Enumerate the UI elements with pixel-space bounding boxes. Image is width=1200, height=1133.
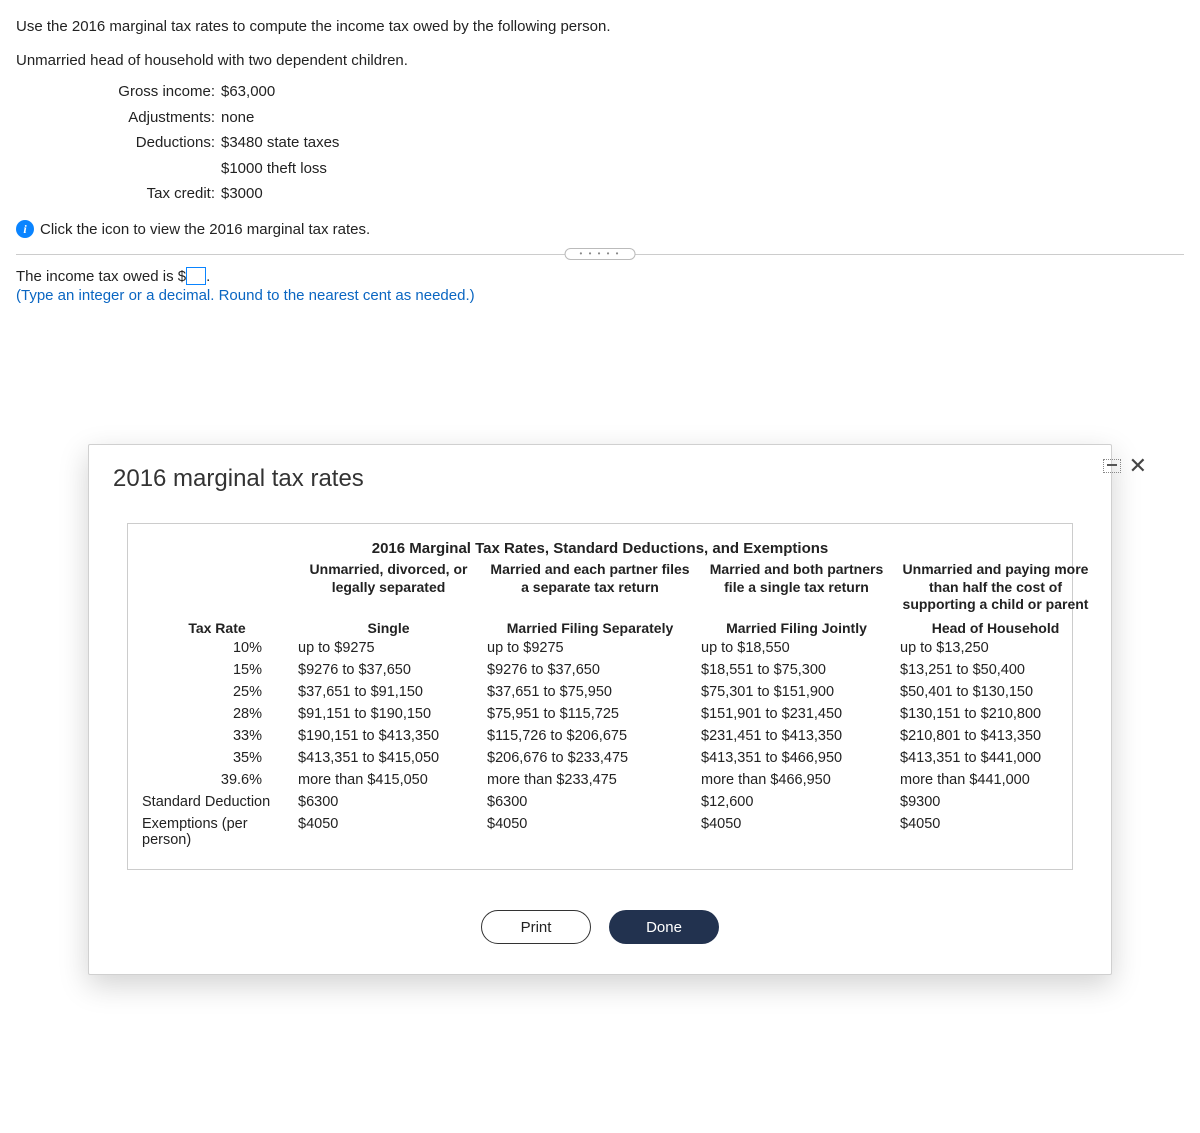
- detail-value: none: [221, 105, 1184, 131]
- table-cell: $6300: [485, 791, 695, 813]
- table-cell: more than $233,475: [485, 769, 695, 791]
- print-button[interactable]: Print: [481, 910, 591, 944]
- answer-input[interactable]: [186, 267, 206, 285]
- table-cell: more than $441,000: [898, 769, 1093, 791]
- table-cell: up to $18,550: [699, 637, 894, 659]
- table-cell: 25%: [142, 681, 292, 703]
- table-cell: $206,676 to $233,475: [485, 747, 695, 769]
- table-cell: 10%: [142, 637, 292, 659]
- table-cell: 28%: [142, 703, 292, 725]
- table-cell: $151,901 to $231,450: [699, 703, 894, 725]
- detail-label: Gross income:: [16, 79, 221, 105]
- section-divider: • • • • •: [16, 254, 1184, 255]
- desc-header-cell: Married and both partners file a single …: [699, 561, 894, 614]
- table-cell: Exemptions (per person): [142, 813, 292, 851]
- table-cell: $91,151 to $190,150: [296, 703, 481, 725]
- info-link-text[interactable]: Click the icon to view the 2016 marginal…: [40, 217, 370, 243]
- table-cell: up to $9275: [485, 637, 695, 659]
- table-row: Standard Deduction$6300$6300$12,600$9300: [142, 791, 1058, 813]
- done-button[interactable]: Done: [609, 910, 719, 944]
- col-header-cell: Tax Rate: [142, 620, 292, 638]
- desc-header-cell: Married and each partner files a separat…: [485, 561, 695, 614]
- table-cell: $4050: [485, 813, 695, 851]
- table-cell: up to $9275: [296, 637, 481, 659]
- table-cell: $4050: [699, 813, 894, 851]
- detail-label: Adjustments:: [16, 105, 221, 131]
- desc-header-cell: Unmarried, divorced, or legally separate…: [296, 561, 481, 614]
- info-icon[interactable]: i: [16, 220, 34, 238]
- detail-label: Tax credit:: [16, 181, 221, 207]
- table-cell: $413,351 to $466,950: [699, 747, 894, 769]
- table-cell: $37,651 to $91,150: [296, 681, 481, 703]
- table-cell: Standard Deduction: [142, 791, 292, 813]
- drag-handle-icon[interactable]: • • • • •: [565, 248, 636, 260]
- desc-header-cell: [142, 561, 292, 614]
- table-cell: $130,151 to $210,800: [898, 703, 1093, 725]
- table-row: 39.6%more than $415,050more than $233,47…: [142, 769, 1058, 791]
- problem-status: Unmarried head of household with two dep…: [16, 48, 1184, 74]
- table-cell: $413,351 to $415,050: [296, 747, 481, 769]
- table-cell: $115,726 to $206,675: [485, 725, 695, 747]
- table-cell: $413,351 to $441,000: [898, 747, 1093, 769]
- table-cell: $4050: [296, 813, 481, 851]
- table-cell: $9276 to $37,650: [485, 659, 695, 681]
- table-cell: 15%: [142, 659, 292, 681]
- table-cell: up to $13,250: [898, 637, 1093, 659]
- answer-prefix: The income tax owed is $: [16, 268, 186, 285]
- problem-intro: Use the 2016 marginal tax rates to compu…: [16, 14, 1184, 40]
- table-desc-headers: Unmarried, divorced, or legally separate…: [142, 561, 1058, 614]
- table-row: 28%$91,151 to $190,150$75,951 to $115,72…: [142, 703, 1058, 725]
- detail-value: $63,000: [221, 79, 1184, 105]
- table-row: 10%up to $9275up to $9275up to $18,550up…: [142, 637, 1058, 659]
- table-cell: $9300: [898, 791, 1093, 813]
- table-cell: $12,600: [699, 791, 894, 813]
- detail-value: $1000 theft loss: [221, 156, 1184, 182]
- problem-details: Gross income:$63,000Adjustments:noneDedu…: [16, 79, 1184, 207]
- table-cell: more than $415,050: [296, 769, 481, 791]
- table-cell: $18,551 to $75,300: [699, 659, 894, 681]
- table-cell: more than $466,950: [699, 769, 894, 791]
- desc-header-cell: Unmarried and paying more than half the …: [898, 561, 1093, 614]
- minimize-icon[interactable]: [1103, 459, 1121, 473]
- answer-hint: (Type an integer or a decimal. Round to …: [16, 287, 1184, 304]
- table-cell: $4050: [898, 813, 1093, 851]
- table-row: Exemptions (per person)$4050$4050$4050$4…: [142, 813, 1058, 851]
- col-header-cell: Head of Household: [898, 620, 1093, 638]
- answer-suffix: .: [206, 268, 210, 285]
- table-row: 25%$37,651 to $91,150$37,651 to $75,950$…: [142, 681, 1058, 703]
- table-cell: $13,251 to $50,400: [898, 659, 1093, 681]
- col-header-cell: Married Filing Separately: [485, 620, 695, 638]
- table-cell: $9276 to $37,650: [296, 659, 481, 681]
- table-cell: $6300: [296, 791, 481, 813]
- table-cell: $190,151 to $413,350: [296, 725, 481, 747]
- table-row: 15%$9276 to $37,650$9276 to $37,650$18,5…: [142, 659, 1058, 681]
- problem-statement: Use the 2016 marginal tax rates to compu…: [16, 14, 1184, 242]
- table-cell: 39.6%: [142, 769, 292, 791]
- table-cell: $37,651 to $75,950: [485, 681, 695, 703]
- detail-value: $3000: [221, 181, 1184, 207]
- close-icon[interactable]: ✕: [1129, 455, 1147, 477]
- modal-title: 2016 marginal tax rates: [113, 465, 1087, 493]
- detail-value: $3480 state taxes: [221, 130, 1184, 156]
- tax-rates-modal: ✕ 2016 marginal tax rates 2016 Marginal …: [88, 444, 1112, 975]
- table-col-headers: Tax RateSingleMarried Filing SeparatelyM…: [142, 620, 1058, 638]
- answer-row: The income tax owed is $.: [16, 267, 1184, 285]
- table-title: 2016 Marginal Tax Rates, Standard Deduct…: [142, 540, 1058, 557]
- table-cell: 33%: [142, 725, 292, 747]
- table-cell: $210,801 to $413,350: [898, 725, 1093, 747]
- table-cell: $50,401 to $130,150: [898, 681, 1093, 703]
- table-cell: $75,301 to $151,900: [699, 681, 894, 703]
- rates-table: 2016 Marginal Tax Rates, Standard Deduct…: [127, 523, 1073, 870]
- table-cell: $75,951 to $115,725: [485, 703, 695, 725]
- table-cell: $231,451 to $413,350: [699, 725, 894, 747]
- col-header-cell: Married Filing Jointly: [699, 620, 894, 638]
- detail-label: Deductions:: [16, 130, 221, 156]
- table-row: 33%$190,151 to $413,350$115,726 to $206,…: [142, 725, 1058, 747]
- table-row: 35%$413,351 to $415,050$206,676 to $233,…: [142, 747, 1058, 769]
- table-cell: 35%: [142, 747, 292, 769]
- detail-label: [16, 156, 221, 182]
- col-header-cell: Single: [296, 620, 481, 638]
